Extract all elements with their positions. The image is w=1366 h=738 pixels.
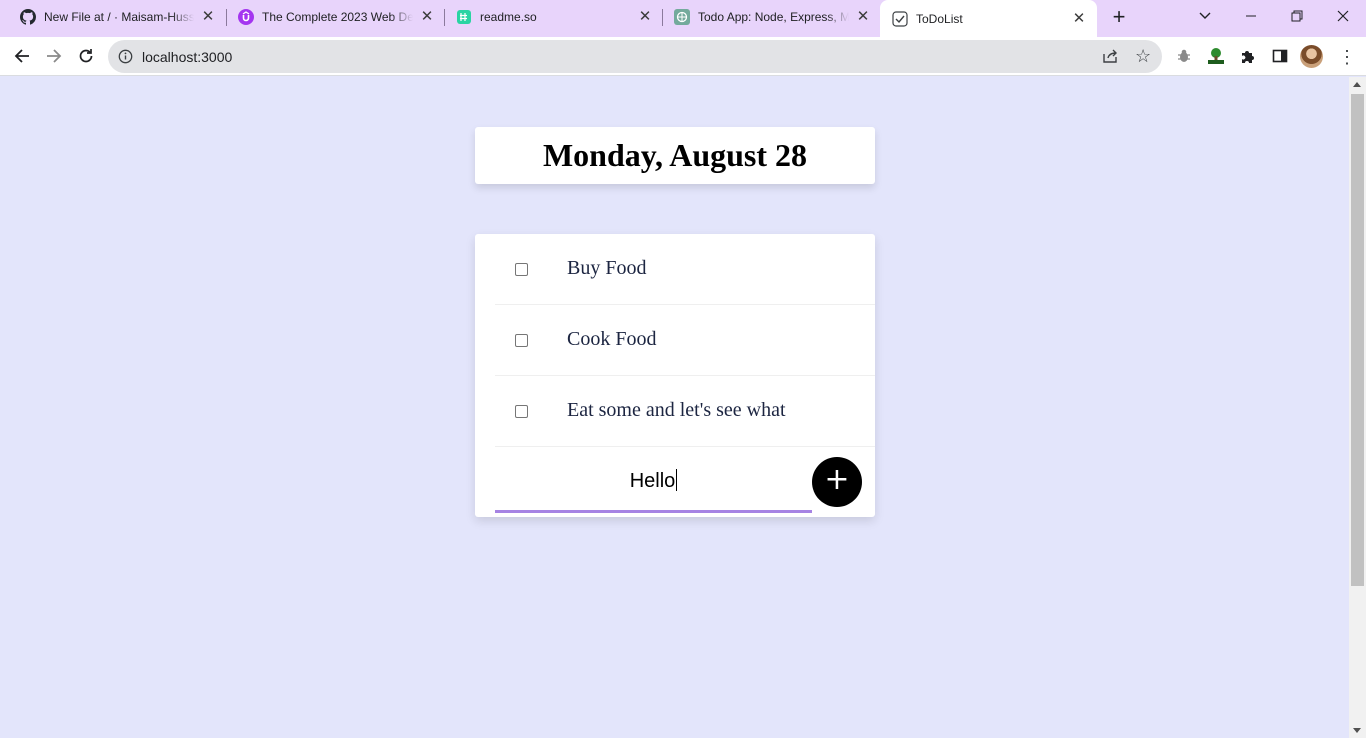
item-label: Eat some and let's see what (567, 399, 786, 421)
list-item: Buy Food (495, 234, 875, 305)
tab-close-icon[interactable]: ✕ (419, 9, 435, 25)
address-bar[interactable]: localhost:3000 ☆ (108, 40, 1162, 73)
todolist-icon (892, 10, 908, 27)
page-scrollbar[interactable] (1349, 77, 1366, 738)
tab-close-icon[interactable]: ✕ (200, 9, 216, 25)
bookmark-star-icon[interactable]: ☆ (1135, 46, 1151, 66)
tab-close-icon[interactable]: ✕ (855, 9, 871, 25)
minimize-icon[interactable] (1240, 5, 1262, 27)
tab-strip: New File at / · Maisam-Hussain ✕ The Com… (0, 0, 1366, 37)
new-item-input[interactable]: Hello (495, 447, 812, 513)
udemy-icon (238, 9, 254, 25)
tab-title: ToDoList (916, 11, 963, 26)
tab-close-icon[interactable]: ✕ (637, 9, 653, 25)
list-item: Cook Food (495, 305, 875, 376)
url-text: localhost:3000 (142, 49, 233, 65)
item-label: Cook Food (567, 328, 657, 350)
side-panel-icon[interactable] (1269, 45, 1291, 67)
item-checkbox[interactable] (515, 405, 528, 418)
item-checkbox[interactable] (515, 263, 528, 276)
text-caret (676, 469, 678, 491)
item-checkbox[interactable] (515, 334, 528, 347)
tab-close-icon[interactable]: ✕ (1071, 10, 1087, 27)
tab-title: The Complete 2023 Web Development (262, 10, 413, 24)
heading-card: Monday, August 28 (475, 127, 875, 184)
tab-todolist[interactable]: ToDoList ✕ (880, 0, 1097, 37)
extension-bug-icon[interactable] (1173, 45, 1195, 67)
site-info-icon[interactable] (118, 49, 133, 64)
share-icon[interactable] (1101, 48, 1119, 69)
list-item: Eat some and let's see what (495, 376, 875, 447)
scroll-up-arrow-icon[interactable] (1353, 82, 1361, 87)
browser-toolbar: localhost:3000 ☆ (0, 37, 1366, 76)
forward-arrow-icon[interactable] (42, 44, 66, 68)
add-item-button[interactable]: + (812, 457, 862, 507)
tab-readme[interactable]: readme.so ✕ (436, 0, 663, 34)
item-label: Buy Food (567, 257, 647, 279)
new-tab-button[interactable]: + (1108, 6, 1130, 28)
tab-search-icon[interactable] (1194, 5, 1216, 27)
tab-title: New File at / · Maisam-Hussain (44, 10, 194, 24)
todo-list-card: Buy Food Cook Food Eat some and let's se… (475, 234, 875, 517)
tab-chatgpt[interactable]: Todo App: Node, Express, Mongo ✕ (654, 0, 881, 34)
tab-title: readme.so (480, 10, 537, 24)
readme-icon (456, 9, 472, 25)
reload-icon[interactable] (74, 44, 98, 68)
github-icon (20, 9, 36, 25)
close-window-icon[interactable] (1332, 5, 1354, 27)
tab-github[interactable]: New File at / · Maisam-Hussain ✕ (0, 0, 226, 34)
chatgpt-icon (674, 9, 690, 25)
restore-icon[interactable] (1286, 5, 1308, 27)
tab-title: Todo App: Node, Express, Mongo (698, 10, 849, 24)
browser-menu-icon[interactable]: ⋮ (1338, 46, 1356, 68)
extension-html-icon[interactable] (1205, 45, 1227, 67)
new-item-value: Hello (629, 470, 676, 492)
scrollbar-thumb[interactable] (1351, 94, 1364, 586)
profile-avatar[interactable] (1300, 45, 1323, 68)
tab-udemy[interactable]: The Complete 2023 Web Development ✕ (218, 0, 445, 34)
page-title: Monday, August 28 (542, 137, 808, 173)
back-arrow-icon[interactable] (10, 44, 34, 68)
scroll-down-arrow-icon[interactable] (1353, 728, 1361, 733)
extensions-puzzle-icon[interactable] (1237, 45, 1259, 67)
